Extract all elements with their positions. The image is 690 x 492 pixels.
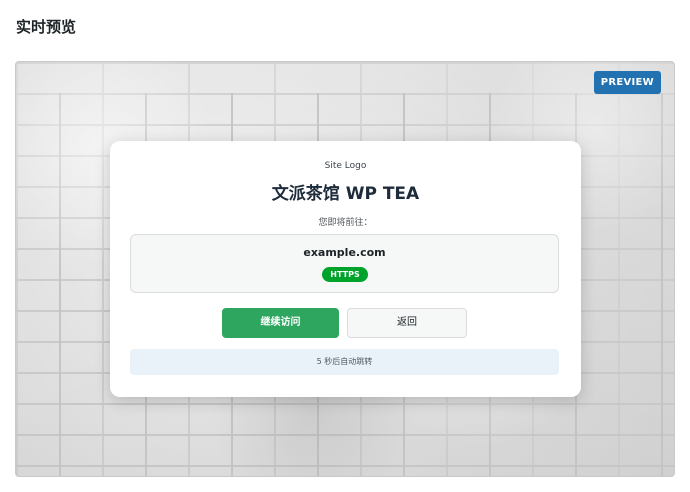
live-preview-frame: PREVIEW Site Logo 文派茶馆 WP TEA 您即将前往： exa… xyxy=(15,61,675,477)
site-name: 文派茶馆 WP TEA xyxy=(271,184,420,204)
back-button[interactable]: 返回 xyxy=(347,308,467,338)
countdown-notice: 5 秒后自动跳转 xyxy=(130,349,559,375)
site-logo: Site Logo xyxy=(324,161,367,171)
destination-url: example.com xyxy=(303,246,386,259)
https-badge: HTTPS xyxy=(322,267,368,282)
preview-badge: PREVIEW xyxy=(593,71,661,94)
going-to-label: 您即将前往： xyxy=(318,218,373,228)
section-title: 实时预览 xyxy=(16,18,77,36)
destination-box: example.com HTTPS xyxy=(130,234,559,293)
redirect-card: Site Logo 文派茶馆 WP TEA 您即将前往： example.com… xyxy=(110,141,581,397)
continue-button[interactable]: 继续访问 xyxy=(222,308,339,338)
